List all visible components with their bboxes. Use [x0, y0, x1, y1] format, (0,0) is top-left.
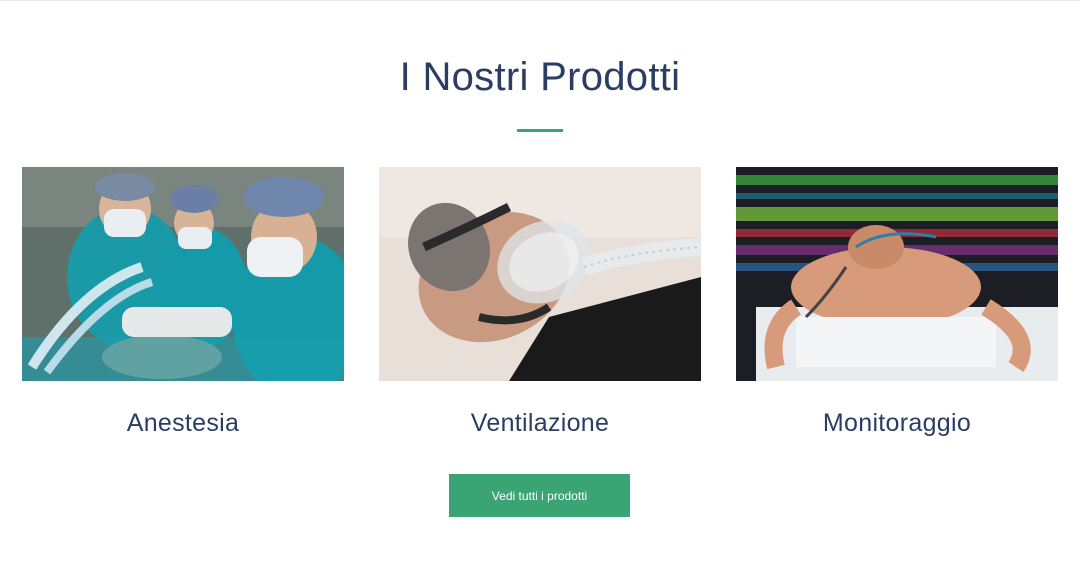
product-name[interactable]: Monitoraggio: [736, 409, 1058, 438]
view-all-products-button[interactable]: Vedi tutti i prodotti: [449, 474, 630, 517]
title-underline-divider: [517, 129, 563, 132]
ventilation-photo: [379, 167, 701, 381]
product-name[interactable]: Ventilazione: [379, 409, 701, 438]
product-image-anestesia[interactable]: [22, 167, 344, 381]
product-name[interactable]: Anestesia: [22, 409, 344, 438]
product-image-monitoraggio[interactable]: [736, 167, 1058, 381]
products-section: I Nostri Prodotti Anestesia Ventilazione…: [0, 0, 1080, 562]
section-title: I Nostri Prodotti: [399, 55, 681, 99]
product-image-ventilazione[interactable]: [379, 167, 701, 381]
anesthesia-photo: [22, 167, 344, 381]
product-card-ventilazione: Ventilazione: [379, 167, 701, 438]
monitoring-photo: [736, 167, 1058, 381]
product-card-anestesia: Anestesia: [22, 167, 344, 438]
product-card-monitoraggio: Monitoraggio: [736, 167, 1058, 438]
